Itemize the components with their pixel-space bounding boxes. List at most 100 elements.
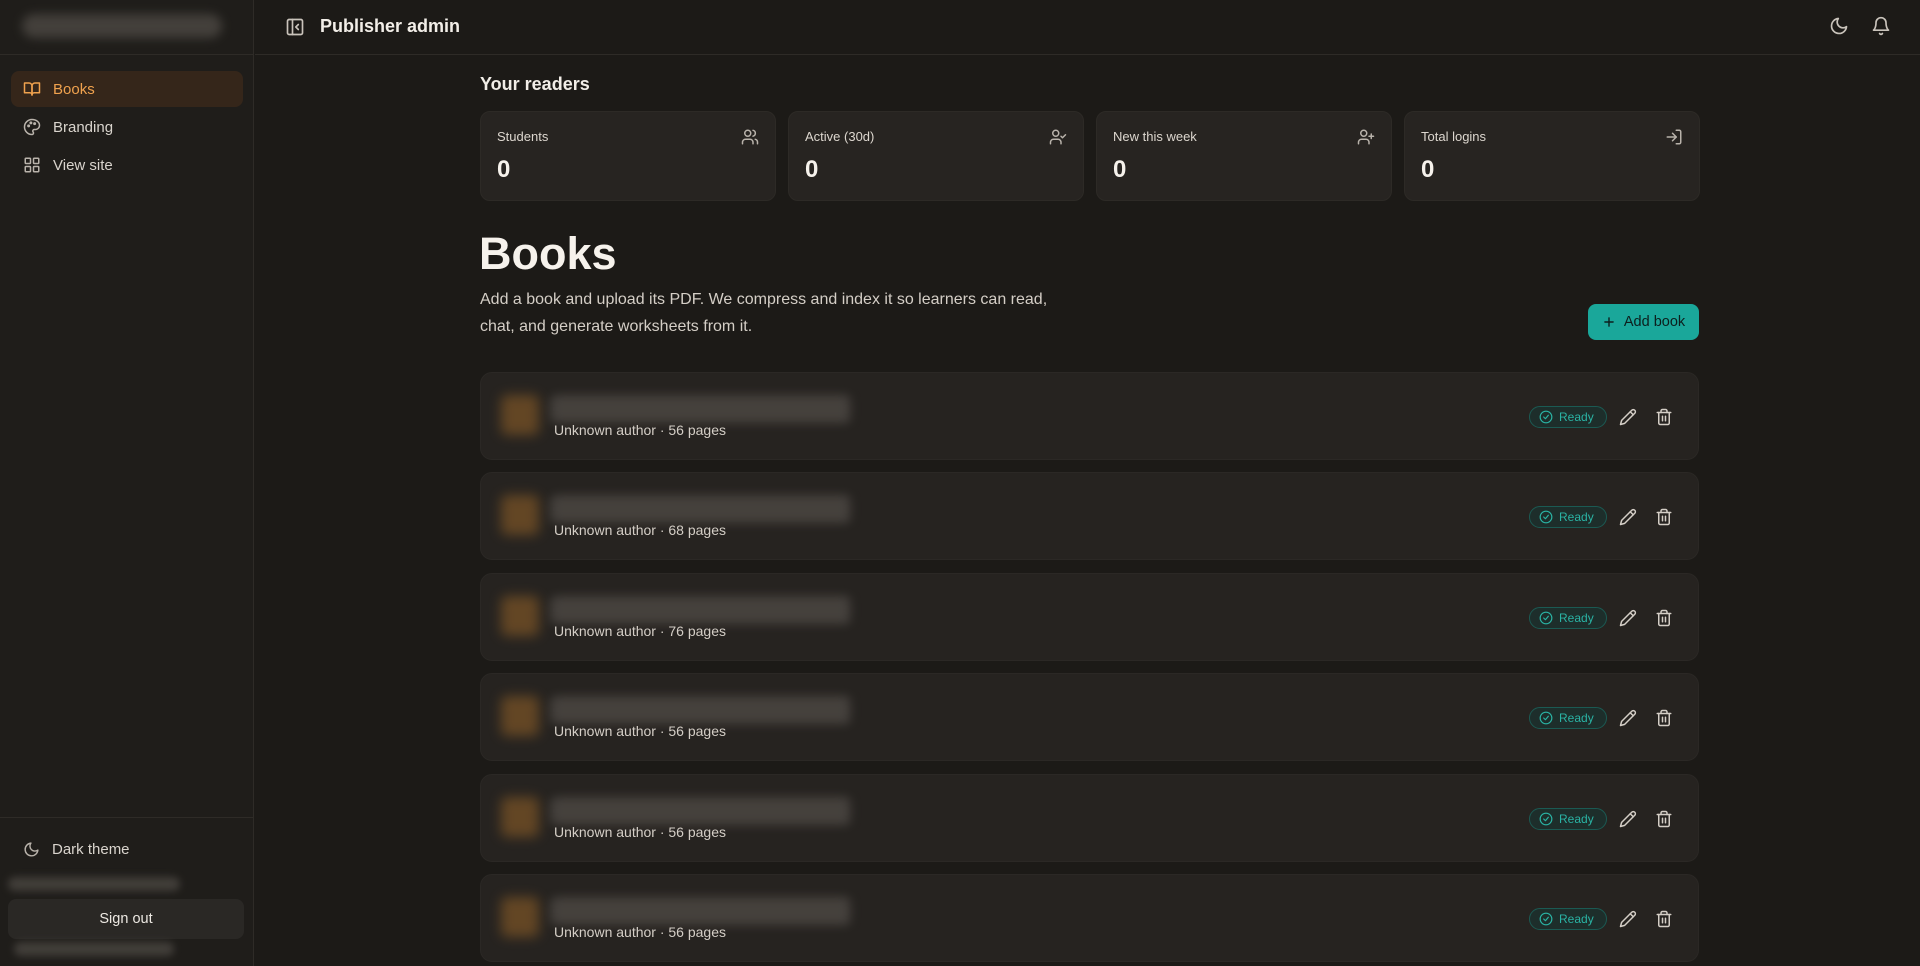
sidebar-item-books[interactable]: Books bbox=[11, 71, 243, 107]
book-meta: Unknown author · 56 pages bbox=[554, 723, 726, 740]
book-row[interactable]: Unknown author · 56 pages Ready bbox=[480, 372, 1699, 460]
page-title: Publisher admin bbox=[320, 16, 461, 36]
status-badge: Ready bbox=[1529, 707, 1607, 730]
stat-card-new-this-week: New this week 0 bbox=[1096, 111, 1392, 201]
book-title-blurred bbox=[551, 696, 851, 725]
add-book-label: Add book bbox=[1623, 314, 1686, 330]
sidebar-item-label: Branding bbox=[53, 118, 114, 136]
sidebar-item-label: Books bbox=[53, 80, 95, 98]
user-info-blurred bbox=[14, 942, 174, 956]
edit-icon[interactable] bbox=[1619, 910, 1637, 928]
add-book-button[interactable]: Add book bbox=[1588, 304, 1699, 340]
stat-label: New this week bbox=[1113, 129, 1197, 144]
stat-card-students: Students 0 bbox=[480, 111, 776, 201]
book-title-blurred bbox=[551, 595, 851, 624]
palette-icon bbox=[23, 118, 41, 136]
theme-label: Dark theme bbox=[52, 840, 130, 858]
sidebar-collapse-icon[interactable] bbox=[285, 17, 305, 37]
moon-icon bbox=[23, 841, 40, 858]
edit-icon[interactable] bbox=[1619, 709, 1637, 727]
stat-card-total-logins: Total logins 0 bbox=[1404, 111, 1700, 201]
book-cover-blurred bbox=[501, 696, 539, 737]
sidebar-item-branding[interactable]: Branding bbox=[11, 109, 243, 145]
book-open-icon bbox=[23, 80, 41, 98]
log-in-icon bbox=[1665, 128, 1683, 146]
book-cover-blurred bbox=[501, 395, 539, 435]
status-label: Ready bbox=[1559, 912, 1594, 926]
check-circle-icon bbox=[1539, 410, 1553, 424]
trash-icon[interactable] bbox=[1655, 810, 1673, 828]
sidebar-footer-divider bbox=[0, 817, 254, 818]
status-badge: Ready bbox=[1529, 606, 1607, 629]
status-label: Ready bbox=[1559, 811, 1594, 826]
check-circle-icon bbox=[1539, 510, 1553, 524]
status-badge: Ready bbox=[1529, 506, 1607, 529]
readers-section-title: Your readers bbox=[480, 74, 590, 94]
check-circle-icon bbox=[1539, 912, 1553, 926]
trash-icon[interactable] bbox=[1655, 910, 1673, 928]
book-title-blurred bbox=[551, 495, 851, 524]
book-cover-blurred bbox=[501, 495, 539, 536]
book-row[interactable]: Unknown author · 56 pages Ready bbox=[480, 773, 1699, 862]
user-check-icon bbox=[1049, 128, 1067, 146]
user-email-blurred bbox=[8, 877, 180, 891]
theme-toggle[interactable]: Dark theme bbox=[11, 831, 243, 867]
stat-card-active: Active (30d) 0 bbox=[788, 111, 1084, 201]
book-meta: Unknown author · 56 pages bbox=[554, 422, 726, 438]
status-label: Ready bbox=[1559, 610, 1594, 625]
bell-icon[interactable] bbox=[1871, 16, 1893, 38]
sign-out-button[interactable]: Sign out bbox=[8, 899, 244, 939]
status-label: Ready bbox=[1559, 711, 1594, 726]
check-circle-icon bbox=[1539, 611, 1553, 625]
book-cover-blurred bbox=[501, 796, 539, 837]
sidebar-divider bbox=[0, 54, 254, 55]
grid-icon bbox=[23, 156, 41, 174]
stat-value: 0 bbox=[497, 156, 511, 183]
trash-icon[interactable] bbox=[1655, 408, 1673, 426]
sidebar: Books Branding View site Dark theme Sign… bbox=[0, 0, 254, 966]
book-title-blurred bbox=[551, 897, 851, 925]
book-meta: Unknown author · 76 pages bbox=[554, 622, 726, 639]
trash-icon[interactable] bbox=[1655, 609, 1673, 627]
book-cover-blurred bbox=[501, 897, 539, 937]
check-circle-icon bbox=[1539, 812, 1553, 826]
status-badge: Ready bbox=[1529, 908, 1607, 930]
books-heading: Books bbox=[479, 228, 617, 279]
edit-icon[interactable] bbox=[1619, 508, 1637, 526]
check-circle-icon bbox=[1539, 711, 1553, 725]
sidebar-item-view-site[interactable]: View site bbox=[11, 147, 243, 183]
status-label: Ready bbox=[1559, 410, 1594, 424]
stat-label: Students bbox=[497, 129, 549, 144]
user-plus-icon bbox=[1357, 128, 1375, 146]
plus-icon bbox=[1602, 315, 1616, 329]
status-label: Ready bbox=[1559, 510, 1594, 525]
sidebar-item-label: View site bbox=[53, 156, 113, 174]
book-meta: Unknown author · 56 pages bbox=[554, 924, 726, 940]
stat-label: Total logins bbox=[1421, 129, 1487, 144]
trash-icon[interactable] bbox=[1655, 709, 1673, 727]
book-row[interactable]: Unknown author · 56 pages Ready bbox=[480, 673, 1699, 762]
book-meta: Unknown author · 68 pages bbox=[554, 522, 726, 539]
book-row[interactable]: Unknown author · 76 pages Ready bbox=[480, 572, 1699, 661]
book-title-blurred bbox=[551, 796, 851, 825]
book-row[interactable]: Unknown author · 68 pages Ready bbox=[480, 472, 1699, 561]
book-meta: Unknown author · 56 pages bbox=[554, 823, 726, 840]
moon-icon[interactable] bbox=[1829, 16, 1851, 38]
books-description: Add a book and upload its PDF. We compre… bbox=[480, 291, 1048, 335]
stat-value: 0 bbox=[1113, 156, 1127, 183]
stat-value: 0 bbox=[805, 156, 819, 183]
edit-icon[interactable] bbox=[1619, 609, 1637, 627]
edit-icon[interactable] bbox=[1619, 810, 1637, 828]
brand-logo-blurred[interactable] bbox=[22, 14, 222, 38]
status-badge: Ready bbox=[1529, 406, 1607, 428]
stat-value: 0 bbox=[1421, 156, 1435, 183]
trash-icon[interactable] bbox=[1655, 508, 1673, 526]
book-cover-blurred bbox=[501, 595, 539, 636]
stat-label: Active (30d) bbox=[805, 129, 875, 144]
book-title-blurred bbox=[551, 395, 851, 423]
status-badge: Ready bbox=[1529, 807, 1607, 830]
book-row[interactable]: Unknown author · 56 pages Ready bbox=[480, 874, 1699, 962]
users-icon bbox=[741, 128, 759, 146]
top-bar: Publisher admin bbox=[255, 0, 1920, 55]
edit-icon[interactable] bbox=[1619, 408, 1637, 426]
